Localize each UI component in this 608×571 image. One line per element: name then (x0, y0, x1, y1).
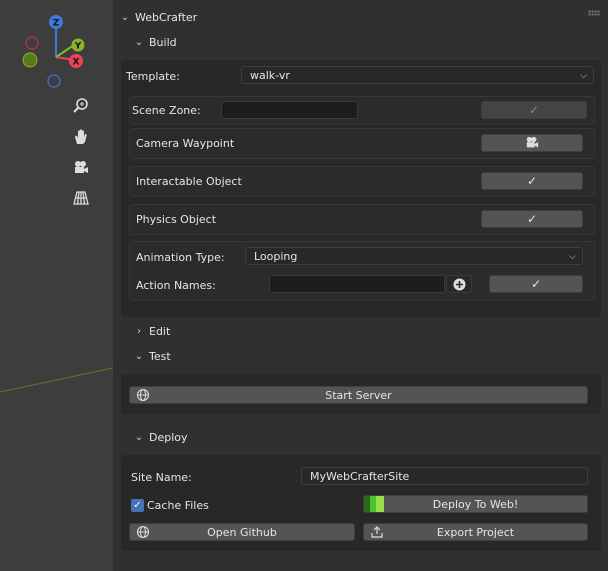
build-subpanel-header[interactable]: ⌄ Build (129, 30, 177, 54)
panel-title: WebCrafter (135, 10, 198, 24)
ortho-toggle-button[interactable] (67, 184, 95, 212)
deploy-section: Site Name: MyWebCrafterSite ✓ Cache File… (121, 455, 601, 551)
build-section: Template: walk-vr ⌵ Scene Zone: ✓ Camera… (121, 60, 601, 317)
check-icon: ✓ (526, 212, 538, 226)
cache-files-checkbox[interactable]: ✓ (131, 499, 144, 512)
deploy-subpanel-header[interactable]: ⌄ Deploy (129, 425, 188, 449)
template-value: walk-vr (250, 69, 290, 82)
zoom-icon (73, 98, 88, 113)
pan-button[interactable] (67, 123, 95, 151)
edit-subpanel-header[interactable]: › Edit (129, 319, 170, 343)
scene-zone-label: Scene Zone: (132, 104, 201, 117)
test-subpanel-header[interactable]: ⌄ Test (129, 344, 171, 368)
chevron-right-icon: › (137, 325, 141, 337)
export-project-button[interactable]: Export Project (363, 523, 588, 541)
zoom-button[interactable] (67, 92, 95, 120)
add-camera-waypoint-button[interactable] (481, 134, 583, 152)
edit-title: Edit (149, 324, 171, 338)
upload-icon (371, 526, 383, 538)
scene-zone-confirm-button[interactable]: ✓ (481, 101, 587, 119)
chevron-down-icon: ⌄ (120, 11, 130, 23)
neg-x-handle (25, 36, 39, 50)
check-icon: ✓ (530, 277, 542, 291)
add-action-button[interactable] (446, 275, 472, 293)
site-name-label: Site Name: (131, 471, 192, 484)
build-title: Build (149, 35, 177, 49)
animation-type-value: Looping (254, 250, 298, 263)
webcrafter-header[interactable]: ⌄ WebCrafter (115, 5, 197, 29)
navigation-gizmo[interactable]: Z Y X (18, 12, 98, 92)
deploy-progress-fill (364, 496, 384, 512)
action-names-confirm-button[interactable]: ✓ (489, 275, 583, 293)
hand-icon (75, 129, 87, 144)
grid-icon (73, 191, 89, 205)
start-server-button[interactable]: Start Server (129, 386, 588, 404)
action-names-input[interactable] (269, 275, 445, 293)
chevron-down-icon: ⌵ (569, 252, 576, 262)
neg-z-handle (47, 74, 61, 88)
animation-type-select[interactable]: Looping ⌵ (245, 247, 583, 265)
template-label: Template: (126, 70, 180, 83)
interactable-object-row: Interactable Object ✓ (129, 166, 595, 197)
chevron-down-icon: ⌄ (134, 431, 144, 443)
camera-view-button[interactable] (67, 154, 95, 182)
check-icon: ✓ (133, 500, 142, 511)
drag-grip-icon[interactable] (588, 10, 600, 16)
camera-icon (526, 136, 539, 148)
deploy-to-web-button[interactable]: Deploy To Web! (363, 495, 588, 513)
export-project-label: Export Project (436, 525, 515, 539)
scene-zone-row: Scene Zone: ✓ (129, 96, 595, 125)
camera-waypoint-label: Camera Waypoint (136, 137, 235, 150)
template-select[interactable]: walk-vr ⌵ (241, 66, 594, 84)
animation-group: Animation Type: Looping ⌵ Action Names: … (129, 241, 595, 301)
site-name-input[interactable]: MyWebCrafterSite (301, 467, 588, 485)
action-names-label: Action Names: (136, 279, 216, 292)
test-title: Test (149, 349, 171, 363)
camera-waypoint-row: Camera Waypoint (129, 128, 595, 159)
cache-files-label: Cache Files (147, 499, 209, 512)
physics-object-label: Physics Object (136, 213, 217, 226)
open-github-label: Open Github (207, 525, 277, 539)
physics-object-confirm-button[interactable]: ✓ (481, 210, 583, 228)
start-server-label: Start Server (325, 388, 392, 402)
webcrafter-sidebar-panel: ⌄ WebCrafter ⌄ Build Template: walk-vr ⌵… (113, 0, 608, 571)
interactable-object-confirm-button[interactable]: ✓ (481, 172, 583, 190)
check-icon: ✓ (526, 174, 538, 188)
camera-icon (75, 161, 88, 173)
interactable-object-label: Interactable Object (136, 175, 242, 188)
scene-zone-input[interactable] (221, 101, 358, 119)
chevron-down-icon: ⌄ (134, 350, 144, 362)
animation-type-label: Animation Type: (136, 251, 225, 264)
chevron-down-icon: ⌵ (580, 71, 587, 81)
deploy-title: Deploy (149, 430, 188, 444)
test-section: Start Server (121, 374, 601, 414)
open-github-button[interactable]: Open Github (129, 523, 355, 541)
physics-object-row: Physics Object ✓ (129, 204, 595, 235)
y-axis-label: Y (74, 42, 82, 52)
chevron-down-icon: ⌄ (134, 36, 144, 48)
neg-y-handle (22, 52, 38, 68)
globe-icon (136, 525, 150, 539)
check-icon: ✓ (528, 103, 540, 117)
globe-icon (136, 388, 150, 402)
z-axis-label: Z (53, 19, 60, 29)
deploy-label: Deploy To Web! (432, 497, 519, 511)
plus-icon (453, 278, 465, 290)
x-axis-label: X (73, 58, 80, 68)
